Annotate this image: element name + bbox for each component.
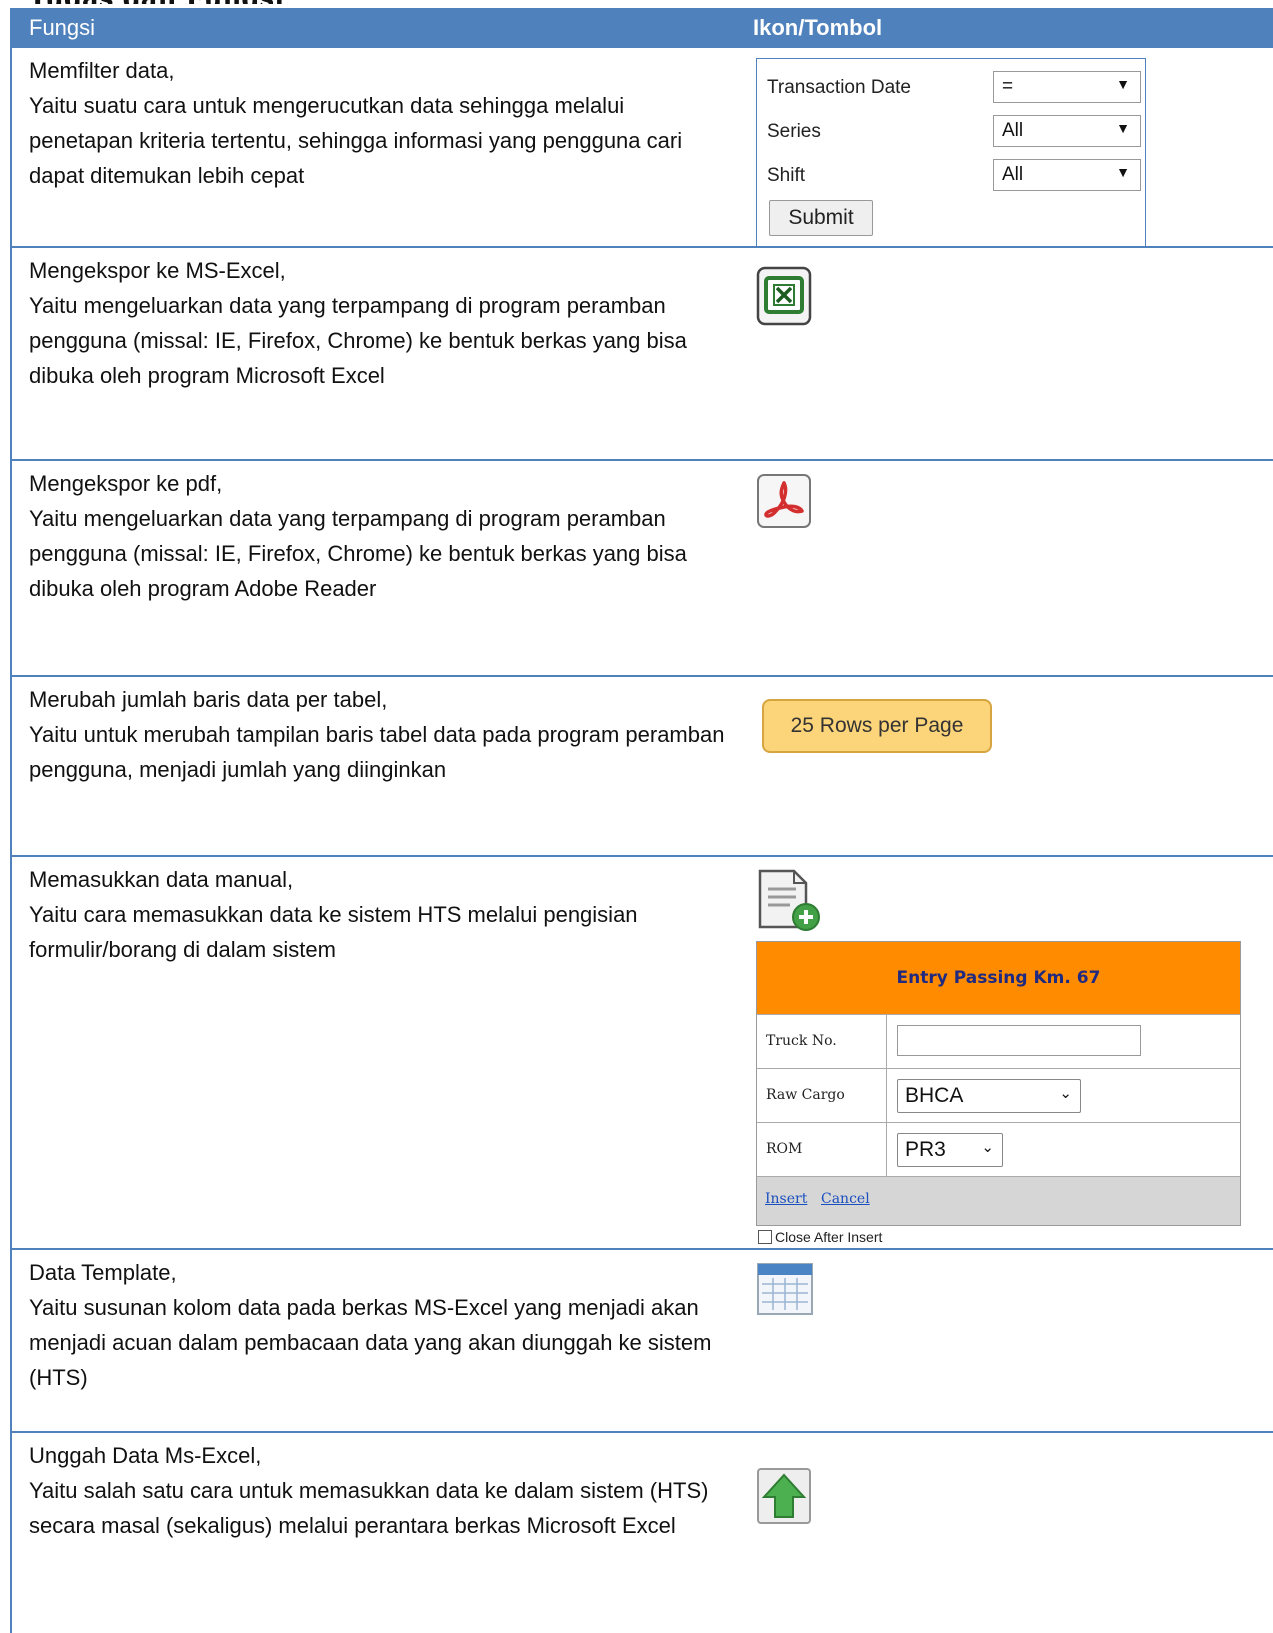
close-after-insert-label: Close After Insert bbox=[775, 1229, 883, 1245]
section-title-cut: Tugas dan Fungsi bbox=[28, 0, 428, 4]
table-row: Data Template, Yaitu susunan kolom data … bbox=[12, 1250, 1273, 1433]
rows-per-page-button[interactable]: 25 Rows per Page bbox=[762, 699, 992, 753]
rom-select[interactable]: PR3 ⌄ bbox=[897, 1133, 1003, 1167]
table-row: Merubah jumlah baris data per tabel, Yai… bbox=[12, 677, 1273, 857]
row-description: Mengekspor ke pdf, Yaitu mengeluarkan da… bbox=[29, 471, 687, 601]
rom-row: ROM PR3 ⌄ bbox=[757, 1122, 1240, 1176]
close-after-insert-checkbox[interactable] bbox=[758, 1230, 772, 1244]
entry-passing-form: Entry Passing Km. 67 Truck No. Raw Cargo… bbox=[756, 941, 1241, 1226]
table-row: Memfilter data, Yaitu suatu cara untuk m… bbox=[12, 48, 1273, 248]
series-label: Series bbox=[767, 121, 821, 142]
shift-select[interactable]: All ▼ bbox=[993, 159, 1141, 191]
submit-button[interactable]: Submit bbox=[769, 200, 873, 236]
table-row: Memasukkan data manual, Yaitu cara memas… bbox=[12, 857, 1273, 1250]
form-title: Entry Passing Km. 67 bbox=[757, 942, 1240, 1014]
data-template-icon[interactable] bbox=[756, 1260, 814, 1323]
header-fungsi: Fungsi bbox=[29, 15, 96, 40]
header-ikon-tombol: Ikon/Tombol bbox=[753, 15, 883, 40]
table-row: Unggah Data Ms-Excel, Yaitu salah satu c… bbox=[12, 1433, 1273, 1633]
rom-label: ROM bbox=[757, 1123, 887, 1176]
table-row: Mengekspor ke MS-Excel, Yaitu mengeluark… bbox=[12, 248, 1273, 461]
excel-export-icon[interactable] bbox=[756, 266, 812, 331]
raw-cargo-label: Raw Cargo bbox=[757, 1069, 887, 1122]
dropdown-arrow-icon: ▼ bbox=[1116, 76, 1130, 92]
pdf-export-icon[interactable] bbox=[756, 473, 812, 534]
raw-cargo-row: Raw Cargo BHCA ⌄ bbox=[757, 1068, 1240, 1122]
upload-icon[interactable] bbox=[756, 1467, 812, 1530]
cancel-link[interactable]: Cancel bbox=[821, 1191, 870, 1207]
dropdown-arrow-icon: ▼ bbox=[1116, 164, 1130, 180]
row-description: Merubah jumlah baris data per tabel, Yai… bbox=[29, 687, 725, 782]
transaction-date-select[interactable]: = ▼ bbox=[993, 71, 1141, 103]
form-actions: Insert Cancel bbox=[757, 1176, 1240, 1225]
add-document-icon[interactable] bbox=[756, 869, 822, 938]
dropdown-arrow-icon: ▼ bbox=[1116, 120, 1130, 136]
truck-no-input[interactable] bbox=[897, 1025, 1141, 1056]
row-description: Data Template, Yaitu susunan kolom data … bbox=[29, 1260, 712, 1390]
chevron-down-icon: ⌄ bbox=[1059, 1085, 1072, 1102]
row-description: Memfilter data, Yaitu suatu cara untuk m… bbox=[29, 58, 683, 188]
row-description: Mengekspor ke MS-Excel, Yaitu mengeluark… bbox=[29, 258, 687, 388]
chevron-down-icon: ⌄ bbox=[981, 1139, 994, 1156]
transaction-date-label: Transaction Date bbox=[767, 77, 911, 98]
row-description: Unggah Data Ms-Excel, Yaitu salah satu c… bbox=[29, 1443, 709, 1538]
insert-link[interactable]: Insert bbox=[765, 1191, 807, 1207]
row-description: Memasukkan data manual, Yaitu cara memas… bbox=[29, 867, 638, 962]
truck-row: Truck No. bbox=[757, 1014, 1240, 1068]
truck-label: Truck No. bbox=[757, 1015, 887, 1068]
table-header: Fungsi Ikon/Tombol bbox=[12, 8, 1273, 48]
raw-cargo-select[interactable]: BHCA ⌄ bbox=[897, 1079, 1081, 1113]
function-table: Fungsi Ikon/Tombol Memfilter data, Yaitu… bbox=[10, 8, 1273, 1633]
close-after-insert[interactable]: Close After Insert bbox=[758, 1229, 882, 1245]
filter-panel: Transaction Date = ▼ Series All ▼ Shift … bbox=[756, 58, 1146, 248]
shift-label: Shift bbox=[767, 165, 806, 186]
series-select[interactable]: All ▼ bbox=[993, 115, 1141, 147]
table-row: Mengekspor ke pdf, Yaitu mengeluarkan da… bbox=[12, 461, 1273, 677]
